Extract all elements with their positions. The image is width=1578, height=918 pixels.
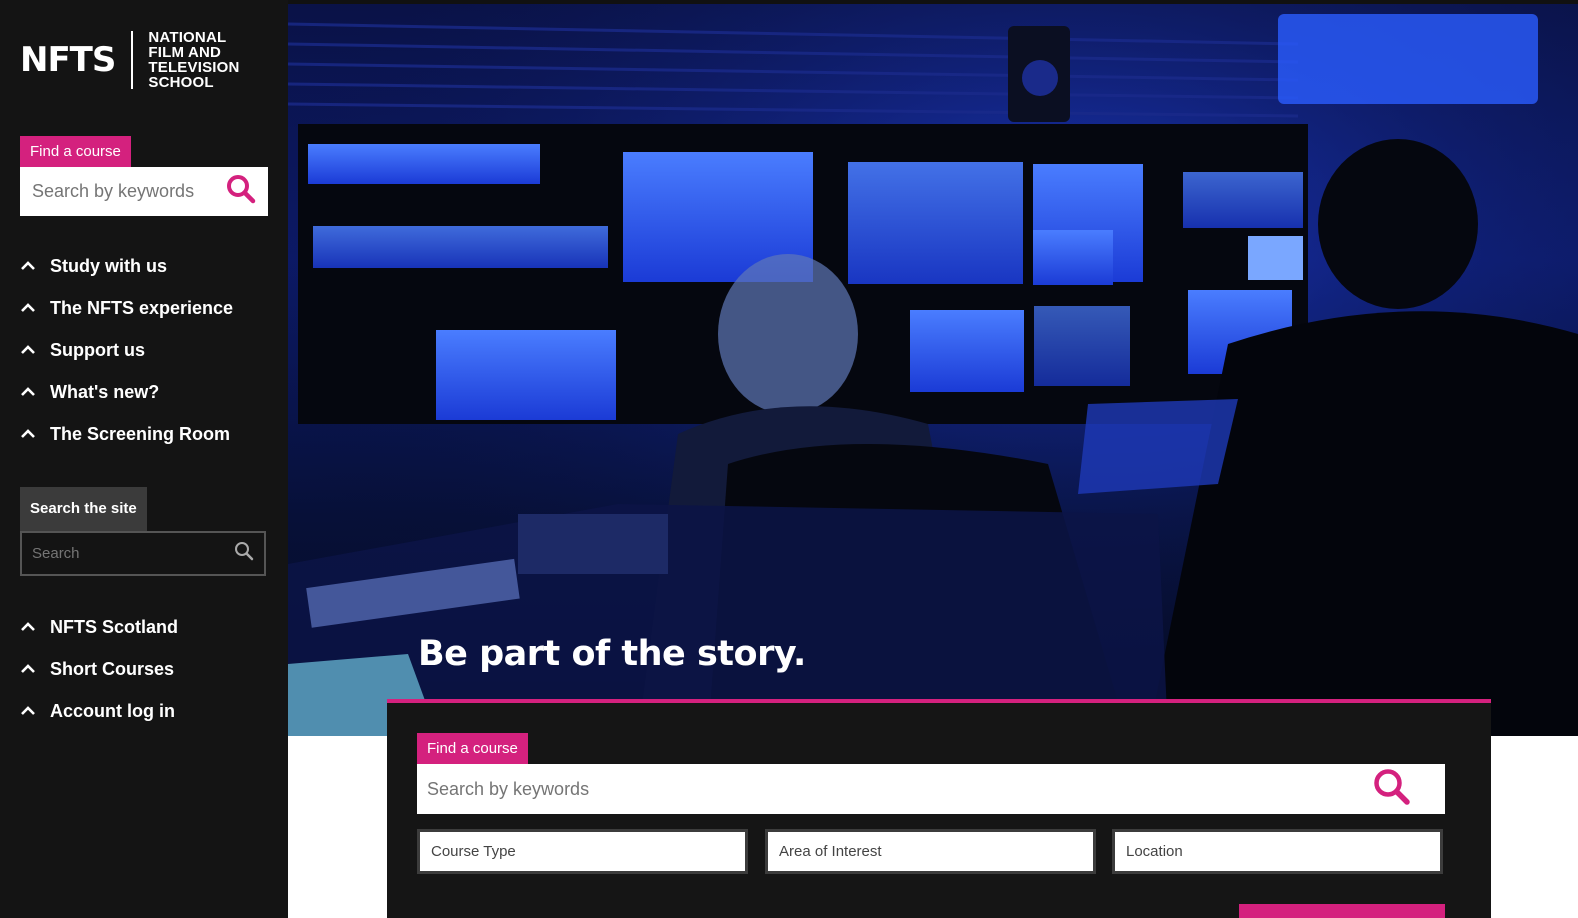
- site-search-input[interactable]: [32, 545, 234, 562]
- hero-title: Be part of the story.: [418, 634, 806, 674]
- logo-line: SCHOOL: [148, 74, 214, 91]
- course-search-input[interactable]: [427, 778, 1373, 800]
- nav-item-label: Account log in: [50, 700, 175, 721]
- search-submit-button[interactable]: [1239, 904, 1445, 918]
- primary-nav: Study with us The NFTS experience Suppor…: [20, 245, 233, 455]
- control-room-illustration: [288, 4, 1578, 736]
- find-course-label: Find a course: [20, 136, 131, 167]
- location-select[interactable]: Location: [1112, 829, 1443, 874]
- nav-item-label: What's new?: [50, 381, 160, 402]
- course-finder: Find a course Course Type Area of Intere…: [387, 699, 1491, 918]
- search-icon[interactable]: [1373, 768, 1411, 811]
- logo-line: NATIONAL: [148, 29, 227, 46]
- chevron-up-icon: [20, 622, 50, 632]
- search-icon[interactable]: [226, 174, 256, 209]
- hero-image: Be part of the story.: [288, 4, 1578, 736]
- course-search-input[interactable]: [32, 181, 226, 202]
- nav-item-study[interactable]: Study with us: [20, 245, 233, 287]
- chevron-up-icon: [20, 429, 50, 439]
- logo-divider: [131, 31, 134, 89]
- chevron-up-icon: [20, 261, 50, 271]
- logo-line: FILM AND: [148, 44, 222, 61]
- nav-item-account-login[interactable]: Account log in: [20, 690, 178, 732]
- course-type-select[interactable]: Course Type: [417, 829, 748, 874]
- nav-item-label: Study with us: [50, 255, 167, 276]
- secondary-nav: NFTS Scotland Short Courses Account log …: [20, 606, 178, 732]
- nav-item-label: Support us: [50, 339, 145, 360]
- nav-item-support[interactable]: Support us: [20, 329, 233, 371]
- chevron-up-icon: [20, 706, 50, 716]
- logo-mark: NFTS: [20, 40, 116, 80]
- nav-item-label: NFTS Scotland: [50, 616, 179, 637]
- nav-item-whats-new[interactable]: What's new?: [20, 371, 233, 413]
- logo-text: NATIONAL FILM AND TELEVISION SCHOOL: [148, 30, 239, 90]
- site-search: [20, 531, 266, 576]
- chevron-up-icon: [20, 664, 50, 674]
- nav-item-experience[interactable]: The NFTS experience: [20, 287, 233, 329]
- nav-item-label: The Screening Room: [50, 423, 231, 444]
- sidebar: NFTS NATIONAL FILM AND TELEVISION SCHOOL…: [0, 0, 288, 918]
- nav-item-screening-room[interactable]: The Screening Room: [20, 413, 233, 455]
- area-of-interest-select[interactable]: Area of Interest: [765, 829, 1096, 874]
- nav-item-scotland[interactable]: NFTS Scotland: [20, 606, 178, 648]
- nav-item-label: The NFTS experience: [50, 297, 234, 318]
- site-search-label: Search the site: [20, 487, 147, 531]
- logo-line: TELEVISION: [148, 59, 240, 76]
- chevron-up-icon: [20, 387, 50, 397]
- nav-item-short-courses[interactable]: Short Courses: [20, 648, 178, 690]
- chevron-up-icon: [20, 345, 50, 355]
- nav-item-label: Short Courses: [50, 658, 175, 679]
- find-course-label: Find a course: [417, 733, 528, 764]
- search-icon[interactable]: [234, 541, 254, 566]
- chevron-up-icon: [20, 303, 50, 313]
- sidebar-course-search: [20, 167, 268, 216]
- nfts-logo[interactable]: NFTS NATIONAL FILM AND TELEVISION SCHOOL: [20, 30, 240, 90]
- course-search: [417, 764, 1445, 814]
